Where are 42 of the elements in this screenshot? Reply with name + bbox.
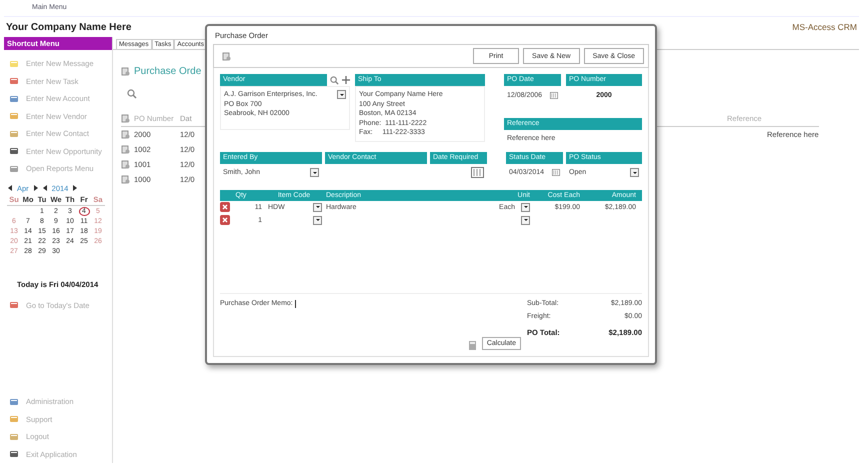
next-year-icon[interactable] — [73, 185, 78, 191]
document-icon — [121, 114, 130, 123]
shortcut-icon — [9, 300, 19, 310]
document-icon — [121, 130, 130, 139]
previous-month-icon[interactable] — [8, 185, 12, 191]
calendar-icon[interactable] — [552, 167, 560, 178]
calculator-icon — [468, 341, 476, 350]
shortcut-icon — [9, 449, 19, 460]
dropdown-button[interactable] — [310, 168, 319, 177]
dropdown-button[interactable] — [313, 216, 322, 224]
document-icon — [222, 52, 231, 60]
dropdown-button[interactable] — [630, 168, 639, 177]
dropdown-button[interactable] — [313, 202, 322, 212]
dropdown-button[interactable] — [337, 90, 346, 99]
shortcut-icon — [9, 414, 19, 424]
document-icon — [121, 175, 130, 184]
delete-icon[interactable] — [220, 202, 230, 212]
shortcut-icon — [9, 94, 19, 104]
shortcut-icon — [9, 58, 19, 69]
search-icon[interactable] — [127, 89, 137, 99]
delete-icon[interactable] — [220, 215, 230, 225]
company-name: Your Company Name Here — [6, 22, 132, 32]
search-icon[interactable] — [330, 76, 339, 84]
next-month-icon[interactable] — [34, 185, 38, 191]
shortcut-icon — [9, 396, 19, 407]
shortcut-icon — [9, 128, 19, 139]
shortcut-icon — [9, 76, 19, 86]
document-icon — [121, 145, 130, 154]
dropdown-button[interactable] — [521, 216, 530, 224]
document-icon — [121, 67, 130, 76]
document-icon — [121, 160, 130, 169]
product-name: MS-Access CRM — [792, 22, 857, 32]
calendar-icon[interactable] — [471, 167, 484, 178]
shortcut-icon — [9, 432, 19, 442]
page-title: Purchase Orde — [134, 66, 202, 77]
calendar-icon[interactable] — [550, 90, 558, 100]
shortcut-icon — [9, 164, 19, 174]
shortcut-icon — [9, 146, 19, 156]
previous-year-icon[interactable] — [42, 185, 47, 191]
dropdown-button[interactable] — [521, 202, 530, 212]
shortcut-icon — [9, 111, 19, 122]
plus-icon[interactable] — [342, 76, 350, 84]
